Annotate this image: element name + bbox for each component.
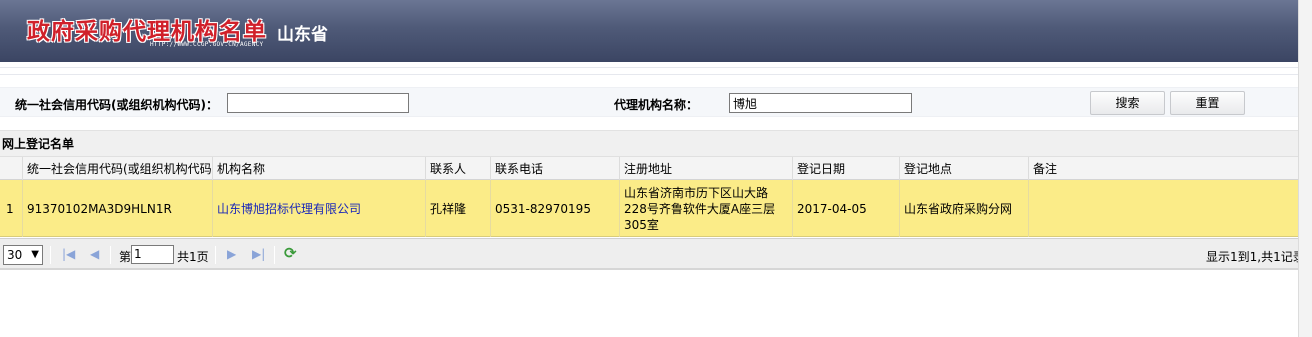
divider <box>0 74 1298 75</box>
agency-grid: 网上登记名单 统一社会信用代码(或组织机构代码 机构名称 联系人 联系电话 注册… <box>0 130 1298 237</box>
header-remark[interactable]: 备注 <box>1029 157 1298 181</box>
row-remark <box>1029 180 1298 237</box>
page-size-select[interactable]: 30 ▼ <box>3 245 43 265</box>
credit-code-input[interactable] <box>227 93 409 113</box>
page-size-value: 30 <box>7 248 23 262</box>
header-index <box>0 157 23 181</box>
pagination-bar: 30 ▼ |◀ ◀ 第 1 共1页 ▶ ▶| ⟳ 显示1到1,共1记录 <box>0 238 1298 270</box>
page-total: 共1页 <box>177 250 209 264</box>
row-address: 山东省济南市历下区山大路228号齐鲁软件大厦A座三层305室 <box>620 180 793 237</box>
row-agency-name-cell: 山东博旭招标代理有限公司 <box>213 180 426 237</box>
chevron-down-icon: ▼ <box>31 249 39 260</box>
header-phone[interactable]: 联系电话 <box>491 157 620 181</box>
credit-code-label: 统一社会信用代码(或组织机构代码)： <box>15 98 218 112</box>
header-reg-date[interactable]: 登记日期 <box>793 157 900 181</box>
header-agency-name[interactable]: 机构名称 <box>213 157 426 181</box>
header-contact[interactable]: 联系人 <box>426 157 491 181</box>
divider <box>274 246 275 264</box>
first-page-icon[interactable]: |◀ <box>62 247 75 261</box>
search-bar: 统一社会信用代码(或组织机构代码)： 代理机构名称： 搜索 重置 <box>0 87 1298 117</box>
next-page-icon[interactable]: ▶ <box>227 247 236 261</box>
row-index: 1 <box>0 180 23 237</box>
row-contact: 孔祥隆 <box>426 180 491 237</box>
province-title: 山东省 <box>277 25 328 45</box>
agency-name-label: 代理机构名称： <box>614 98 699 112</box>
last-page-icon[interactable]: ▶| <box>252 247 265 261</box>
row-phone: 0531-82970195 <box>491 180 620 237</box>
search-button[interactable]: 搜索 <box>1090 91 1165 115</box>
table-row[interactable]: 1 91370102MA3D9HLN1R 山东博旭招标代理有限公司 孔祥隆 05… <box>0 180 1298 237</box>
divider <box>215 246 216 264</box>
row-credit-code: 91370102MA3D9HLN1R <box>23 180 213 237</box>
header-credit-code[interactable]: 统一社会信用代码(或组织机构代码 <box>23 157 213 181</box>
grid-header: 统一社会信用代码(或组织机构代码 机构名称 联系人 联系电话 注册地址 登记日期… <box>0 156 1298 181</box>
page-prefix: 第 <box>119 250 132 264</box>
header-banner: 政府采购代理机构名单 HTTP://WWW.CCGP.GOV.CN/AGENCY… <box>0 0 1298 62</box>
divider <box>110 246 111 264</box>
divider <box>50 246 51 264</box>
grid-title: 网上登记名单 <box>0 130 1298 156</box>
agency-name-link[interactable]: 山东博旭招标代理有限公司 <box>217 201 361 217</box>
row-reg-date: 2017-04-05 <box>793 180 900 237</box>
site-logo-url: HTTP://WWW.CCGP.GOV.CN/AGENCY <box>150 41 264 48</box>
current-page-input[interactable]: 1 <box>131 245 174 264</box>
vertical-scrollbar[interactable] <box>1298 0 1312 337</box>
prev-page-icon[interactable]: ◀ <box>90 247 99 261</box>
row-reg-place: 山东省政府采购分网 <box>900 180 1029 237</box>
reset-button[interactable]: 重置 <box>1170 91 1245 115</box>
agency-name-input[interactable] <box>729 93 912 113</box>
refresh-icon[interactable]: ⟳ <box>284 244 297 262</box>
header-reg-place[interactable]: 登记地点 <box>900 157 1029 181</box>
header-address[interactable]: 注册地址 <box>620 157 793 181</box>
page-info: 显示1到1,共1记录 <box>1206 250 1298 264</box>
divider <box>0 67 1298 68</box>
